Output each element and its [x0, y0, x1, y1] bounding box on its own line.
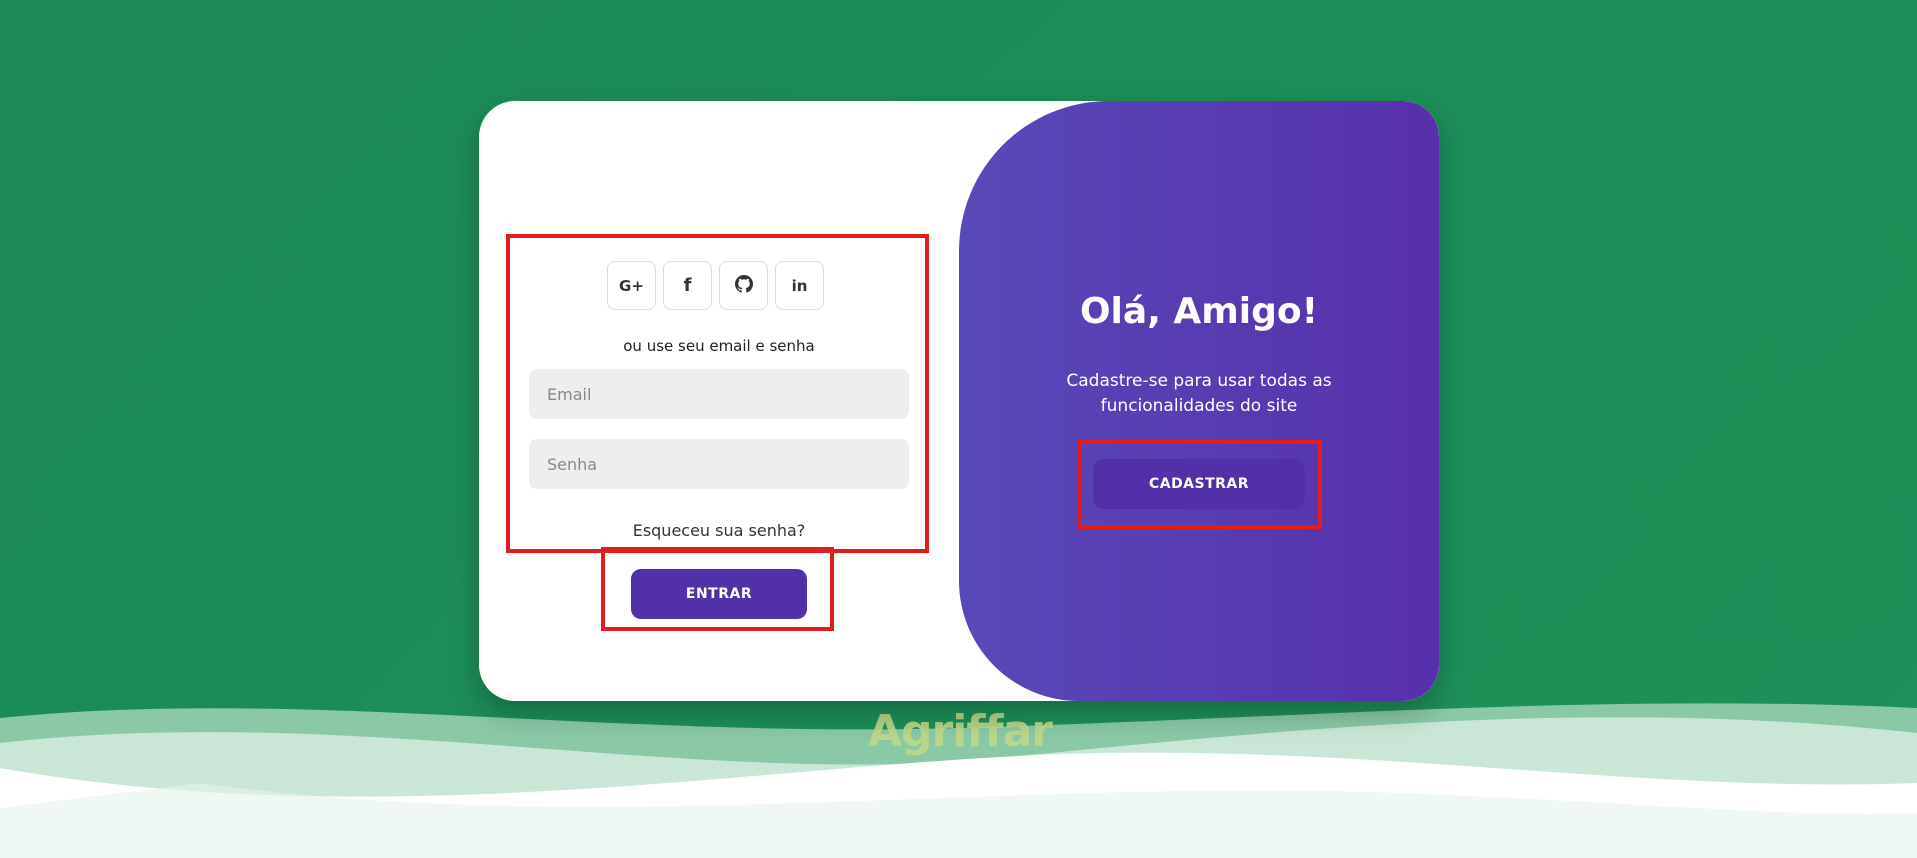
signup-title: Olá, Amigo! — [1079, 291, 1319, 332]
linkedin-icon: in — [791, 276, 808, 295]
email-field[interactable] — [529, 369, 909, 419]
sign-in-button[interactable]: ENTRAR — [631, 569, 807, 619]
github-button[interactable] — [719, 261, 768, 310]
auth-card: G+ f in ou use seu email e senha Esquece… — [479, 101, 1439, 701]
google-plus-icon: G+ — [619, 276, 644, 295]
social-login-row: G+ f in — [607, 261, 839, 311]
signup-subtitle: Cadastre-se para usar todas as funcional… — [1066, 371, 1332, 416]
github-icon — [734, 274, 753, 297]
alt-login-text: ou use seu email e senha — [623, 337, 815, 355]
password-field[interactable] — [529, 439, 909, 489]
forgot-password-link[interactable]: Esqueceu sua senha? — [529, 521, 909, 540]
sign-up-button[interactable]: CADASTRAR — [1093, 459, 1305, 509]
facebook-button[interactable]: f — [663, 261, 712, 310]
linkedin-button[interactable]: in — [775, 261, 824, 310]
google-plus-button[interactable]: G+ — [607, 261, 656, 310]
brand-logo-text: Agriffar — [868, 706, 1053, 757]
facebook-icon: f — [683, 275, 692, 296]
